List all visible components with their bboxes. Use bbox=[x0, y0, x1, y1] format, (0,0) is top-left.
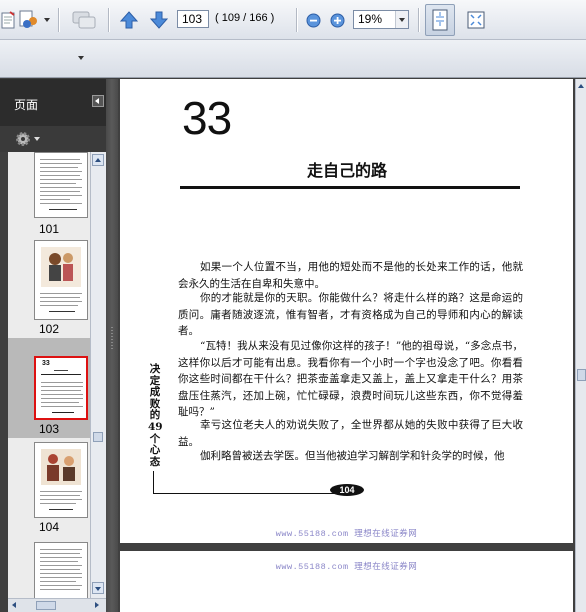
scroll-thumb[interactable] bbox=[93, 432, 103, 442]
main-toolbar: 103 ( 109 / 166 ) 19% bbox=[0, 0, 586, 40]
arrow-down-icon[interactable] bbox=[148, 10, 170, 30]
page-number-input[interactable]: 103 bbox=[177, 10, 209, 28]
illustration-icon bbox=[41, 247, 81, 287]
chevron-down-icon bbox=[95, 587, 101, 591]
pages-panel-title: 页面 bbox=[14, 98, 39, 112]
chapter-title: 走自己的路 bbox=[307, 161, 388, 180]
create-pdf-icon[interactable] bbox=[0, 10, 16, 30]
fit-page-icon bbox=[432, 9, 448, 31]
scroll-right-button[interactable] bbox=[92, 600, 102, 610]
chevron-up-icon bbox=[578, 84, 584, 88]
page-number-value: 103 bbox=[182, 12, 203, 26]
navigation-pane-header: 页面 bbox=[0, 79, 110, 127]
page-thumbnail[interactable] bbox=[34, 152, 88, 218]
pages-panel-options bbox=[0, 126, 110, 152]
watermark: www.55188.com 理想在线证券网 bbox=[275, 529, 418, 539]
gear-icon[interactable] bbox=[14, 130, 32, 148]
scroll-up-button[interactable] bbox=[576, 81, 586, 91]
chevron-up-icon bbox=[95, 158, 101, 162]
page-thumbnail[interactable] bbox=[34, 442, 88, 518]
chevron-down-icon[interactable] bbox=[78, 56, 84, 60]
zoom-out-icon[interactable] bbox=[305, 12, 321, 28]
collaborate-icon[interactable] bbox=[17, 9, 41, 31]
splitter-grip bbox=[111, 327, 113, 351]
document-page: www.55188.com 理想在线证券网 bbox=[120, 551, 573, 612]
page-thumbnails: 101 102 33 103 104 bbox=[8, 152, 90, 598]
page-count: ( 109 / 166 ) bbox=[215, 12, 275, 24]
page-thumbnail-current[interactable]: 33 bbox=[34, 356, 88, 420]
scroll-thumb[interactable] bbox=[36, 601, 56, 610]
thumbnail-label: 101 bbox=[38, 222, 60, 236]
thumbnails-horizontal-scrollbar[interactable] bbox=[8, 598, 106, 612]
illustration-icon bbox=[41, 449, 81, 485]
chevron-down-icon[interactable] bbox=[44, 18, 50, 22]
collapse-pane-button[interactable] bbox=[92, 95, 104, 107]
chapter-number: 33 bbox=[182, 92, 232, 144]
scroll-left-button[interactable] bbox=[10, 600, 20, 610]
document-view[interactable]: 33 走自己的路 如果一个人位置不当，用他的短处而不是他的长处来工作的话，他就会… bbox=[118, 79, 575, 612]
body-paragraph: 你的才能就是你的天职。你能做什么？将走什么样的路？这是命运的质问。庸者随波逐流，… bbox=[178, 292, 523, 337]
document-scrollbar[interactable] bbox=[575, 79, 586, 612]
thumbnail-label: 102 bbox=[38, 322, 60, 336]
body-paragraph: “瓦特！我从来没有见过像你这样的孩子！”他的祖母说，“多念点书，这样你以后才可能… bbox=[178, 340, 523, 418]
body-paragraph: 伽利略曾被送去学医。但当他被迫学习解剖学和针灸学的时候，他 bbox=[200, 450, 505, 462]
comment-icon[interactable] bbox=[70, 9, 98, 31]
thumbnails-scrollbar[interactable] bbox=[90, 152, 106, 598]
document-page: 33 走自己的路 如果一个人位置不当，用他的短处而不是他的长处来工作的话，他就会… bbox=[120, 79, 573, 543]
thumbnail-label: 103 bbox=[38, 422, 60, 436]
footer-rule bbox=[153, 493, 339, 494]
secondary-toolbar bbox=[0, 40, 586, 107]
thumbnail-label: 104 bbox=[38, 520, 60, 534]
zoom-value: 19% bbox=[358, 12, 383, 26]
chevron-down-icon[interactable] bbox=[34, 137, 40, 141]
chevron-down-icon[interactable] bbox=[395, 11, 408, 28]
page-thumbnail[interactable] bbox=[34, 542, 88, 598]
body-paragraph: 如果一个人位置不当，用他的短处而不是他的长处来工作的话，他就会永久的生活在自卑和… bbox=[178, 261, 523, 290]
pane-splitter[interactable] bbox=[106, 79, 118, 612]
chevron-right-icon bbox=[95, 602, 99, 608]
body-paragraph: 幸亏这位老夫人的劝说失败了，全世界都从她的失败中获得了巨大收益。 bbox=[178, 419, 523, 448]
scroll-up-button[interactable] bbox=[92, 154, 104, 166]
side-rule bbox=[153, 471, 154, 493]
title-rule bbox=[180, 186, 520, 189]
arrow-up-icon[interactable] bbox=[118, 10, 140, 30]
zoom-in-icon[interactable] bbox=[329, 12, 345, 28]
scroll-thumb[interactable] bbox=[577, 369, 586, 381]
fit-page-button[interactable] bbox=[425, 4, 455, 36]
zoom-select[interactable]: 19% bbox=[353, 10, 409, 29]
scroll-down-button[interactable] bbox=[92, 582, 104, 594]
running-side-title: 决定成败的49个心态 bbox=[148, 363, 163, 468]
full-screen-icon[interactable] bbox=[465, 9, 487, 31]
watermark: www.55188.com 理想在线证券网 bbox=[275, 562, 418, 572]
page-folio: 104 bbox=[330, 484, 364, 496]
page-thumbnail[interactable] bbox=[34, 240, 88, 320]
chevron-left-icon bbox=[12, 602, 16, 608]
